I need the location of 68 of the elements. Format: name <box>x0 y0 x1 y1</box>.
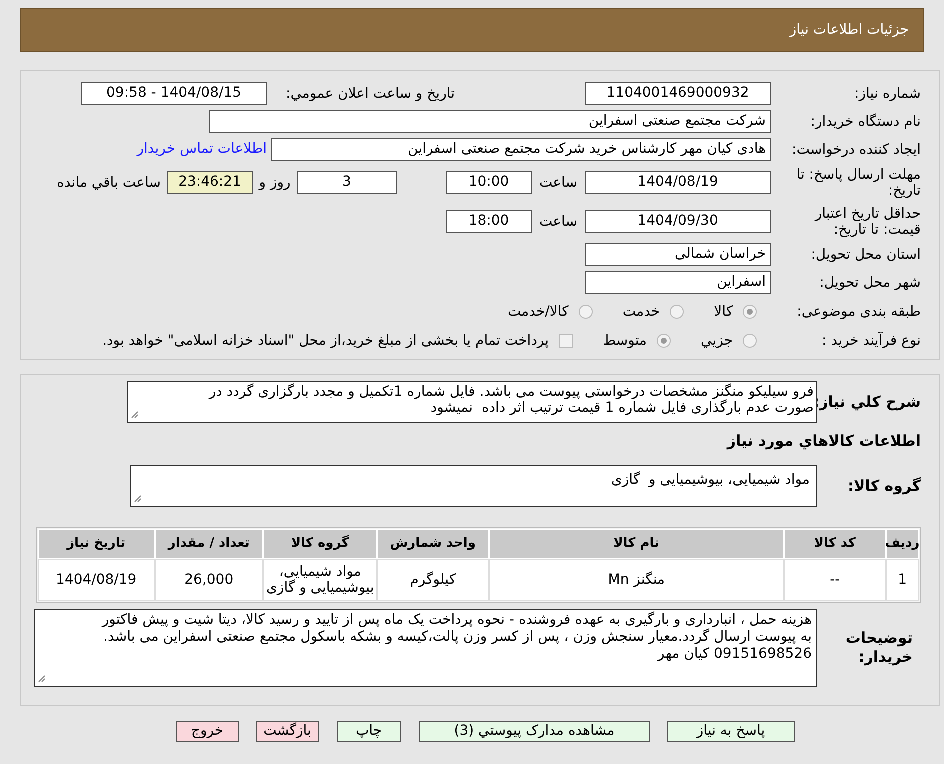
field-label: توضيحات خريدار: <box>844 629 914 667</box>
action-button[interactable]: مشاهده مدارک پيوستي (3) <box>419 721 650 742</box>
field-label: حداقل تاريخ اعتبار قيمت: تا تاريخ: <box>814 206 921 238</box>
text-field[interactable]: 3 <box>297 171 397 194</box>
radio-button[interactable] <box>657 334 672 348</box>
field-label: روز و <box>258 174 292 191</box>
column-header: واحد شمارش <box>377 529 489 559</box>
field-label: شماره نیاز: <box>854 86 921 102</box>
action-button[interactable]: پاسخ به نياز <box>667 721 795 742</box>
column-header: نام کالا <box>488 529 784 559</box>
table-cell: کیلوگرم <box>377 559 489 601</box>
text-field[interactable]: شرکت مجتمع صنعتی اسفراین <box>209 110 771 133</box>
table-cell: منگنز Mn <box>488 559 784 601</box>
table-cell: 1404/08/19 <box>38 559 155 601</box>
field-label: کالا/خدمت <box>508 304 569 320</box>
text-field[interactable]: 1404/09/30 <box>585 210 771 233</box>
page-title: جزئیات اطلاعات نیاز <box>790 20 909 40</box>
field-label: پرداخت تمام يا بخشی از مبلغ خريد،از محل "اسناد خزانه اسلامی" خواهد بود. <box>102 332 550 349</box>
resize-grip-icon <box>134 495 142 503</box>
table-cell: -- <box>784 559 886 601</box>
text-field[interactable]: هادی کیان مهر کارشناس خرید شرکت مجتمع صنعتی اسفراین <box>271 138 771 161</box>
table-cell: مواد شیمیایی، بیوشیمیایی و گازی <box>263 559 378 601</box>
text-field[interactable]: اسفراین <box>585 271 771 294</box>
table-cell: 26,000 <box>154 559 264 601</box>
text-field[interactable]: 18:00 <box>446 210 532 233</box>
field-label: گروه کالا: <box>847 476 921 497</box>
field-label: نام دستگاه خريدار: <box>810 114 921 130</box>
column-header: تعداد / مقدار <box>154 529 264 559</box>
buyer-notes-field[interactable]: هزینه حمل ، انبارداری و بارگیری به عهده فروشنده - نحوه پرداخت یک ماه پس از تایید و رسید کالا، دیتا شیت و پیش فاکتور به پیوست ارسال گردد.معیار سنجش وزن ، پس از کسر وزن پالت،کیسه و بشکه باسکول مجتمع صنعتی اسفراین می باشد. 09151698526 کیان مهر <box>34 609 817 687</box>
resize-grip-icon <box>38 675 46 683</box>
field-label: شهر محل تحويل: <box>818 274 921 291</box>
field-label: ساعت باقي مانده <box>57 174 161 191</box>
column-header: گروه کالا <box>263 529 378 559</box>
action-button[interactable]: بازگشت <box>256 721 319 742</box>
field-label: طبقه بندی موضوعی: <box>796 304 921 320</box>
field-label: ايجاد کننده درخواست: <box>791 142 921 158</box>
field-label: استان محل تحويل: <box>810 246 921 263</box>
column-header: کد کالا <box>784 529 886 559</box>
action-button[interactable]: خروج <box>176 721 239 742</box>
contact-link[interactable]: اطلاعات تماس خريدار <box>137 139 267 160</box>
field-label: کالا <box>714 304 733 320</box>
text-field[interactable]: 1104001469000932 <box>585 82 771 105</box>
resize-grip-icon <box>131 411 139 419</box>
text-field[interactable]: 10:00 <box>446 171 532 194</box>
column-header: رديف <box>886 529 919 559</box>
section-heading: اطلاعات کالاهاي مورد نياز <box>726 431 921 452</box>
field-label: مهلت ارسال پاسخ: تا تاريخ: <box>796 166 921 199</box>
field-label: نوع فرآیند خرید : <box>821 332 921 349</box>
text-field[interactable]: 1404/08/19 <box>585 171 771 194</box>
field-label: تاریخ و ساعت اعلان عمومي: <box>285 86 455 102</box>
field-label: ساعت <box>538 214 579 230</box>
radio-button[interactable] <box>578 304 593 318</box>
radio-button[interactable] <box>670 304 684 318</box>
goods-group-field[interactable]: مواد شیمیایی، بیوشیمیایی و گازی <box>130 465 817 507</box>
field-label: جزيي <box>701 332 733 349</box>
text-field[interactable]: خراسان شمالی <box>585 243 771 266</box>
field-label: متوسط <box>603 332 648 349</box>
column-header: تاريخ نياز <box>38 529 155 559</box>
radio-button[interactable] <box>743 334 757 348</box>
action-button[interactable]: چاپ <box>337 721 401 742</box>
description-field[interactable]: فرو سیلیکو منگنز مشخصات درخواستی پیوست می باشد. فایل شماره 1تکمیل و مجدد بارگزاری گردد در صورت عدم بارگذاری فایل شماره 1 قیمت ترتیب اثر داده نمیشود <box>127 381 817 423</box>
text-field[interactable]: 23:46:21 <box>167 171 253 194</box>
field-label: ساعت <box>538 174 579 191</box>
radio-button[interactable] <box>743 304 757 318</box>
text-field[interactable]: 1404/08/15 - 09:58 <box>81 82 267 105</box>
checkbox[interactable] <box>559 334 574 348</box>
field-label: خدمت <box>622 304 660 320</box>
table-cell: 1 <box>886 559 919 601</box>
